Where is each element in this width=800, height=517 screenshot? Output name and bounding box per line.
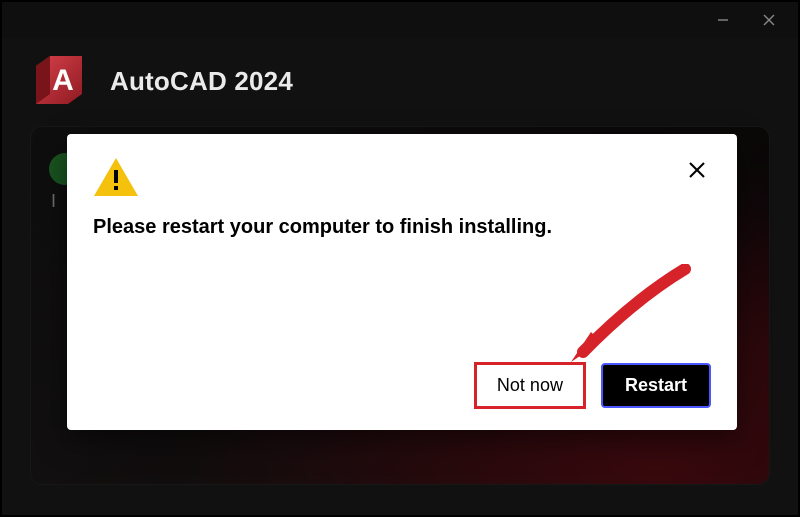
titlebar	[2, 2, 798, 38]
not-now-button[interactable]: Not now	[477, 365, 583, 406]
header: A AutoCAD 2024	[2, 38, 798, 120]
body-area: I Please restart your computer to finish…	[2, 120, 798, 515]
app-title: AutoCAD 2024	[110, 66, 293, 97]
close-icon	[688, 161, 706, 179]
annotation-arrow-icon	[565, 264, 695, 364]
restart-dialog: Please restart your computer to finish i…	[67, 134, 737, 430]
installer-window: A AutoCAD 2024 I Please restart your com	[0, 0, 800, 517]
dialog-actions: Not now Restart	[93, 363, 711, 408]
minimize-icon	[717, 14, 729, 26]
window-close-button[interactable]	[746, 5, 792, 35]
app-logo: A	[30, 52, 88, 110]
dialog-close-button[interactable]	[683, 156, 711, 184]
card-text-fragment: I	[51, 191, 56, 212]
warning-icon	[93, 156, 139, 198]
minimize-button[interactable]	[700, 5, 746, 35]
restart-button[interactable]: Restart	[601, 363, 711, 408]
dialog-message: Please restart your computer to finish i…	[93, 216, 711, 239]
dialog-header	[93, 156, 711, 198]
app-logo-letter: A	[52, 64, 74, 97]
close-icon	[763, 14, 775, 26]
